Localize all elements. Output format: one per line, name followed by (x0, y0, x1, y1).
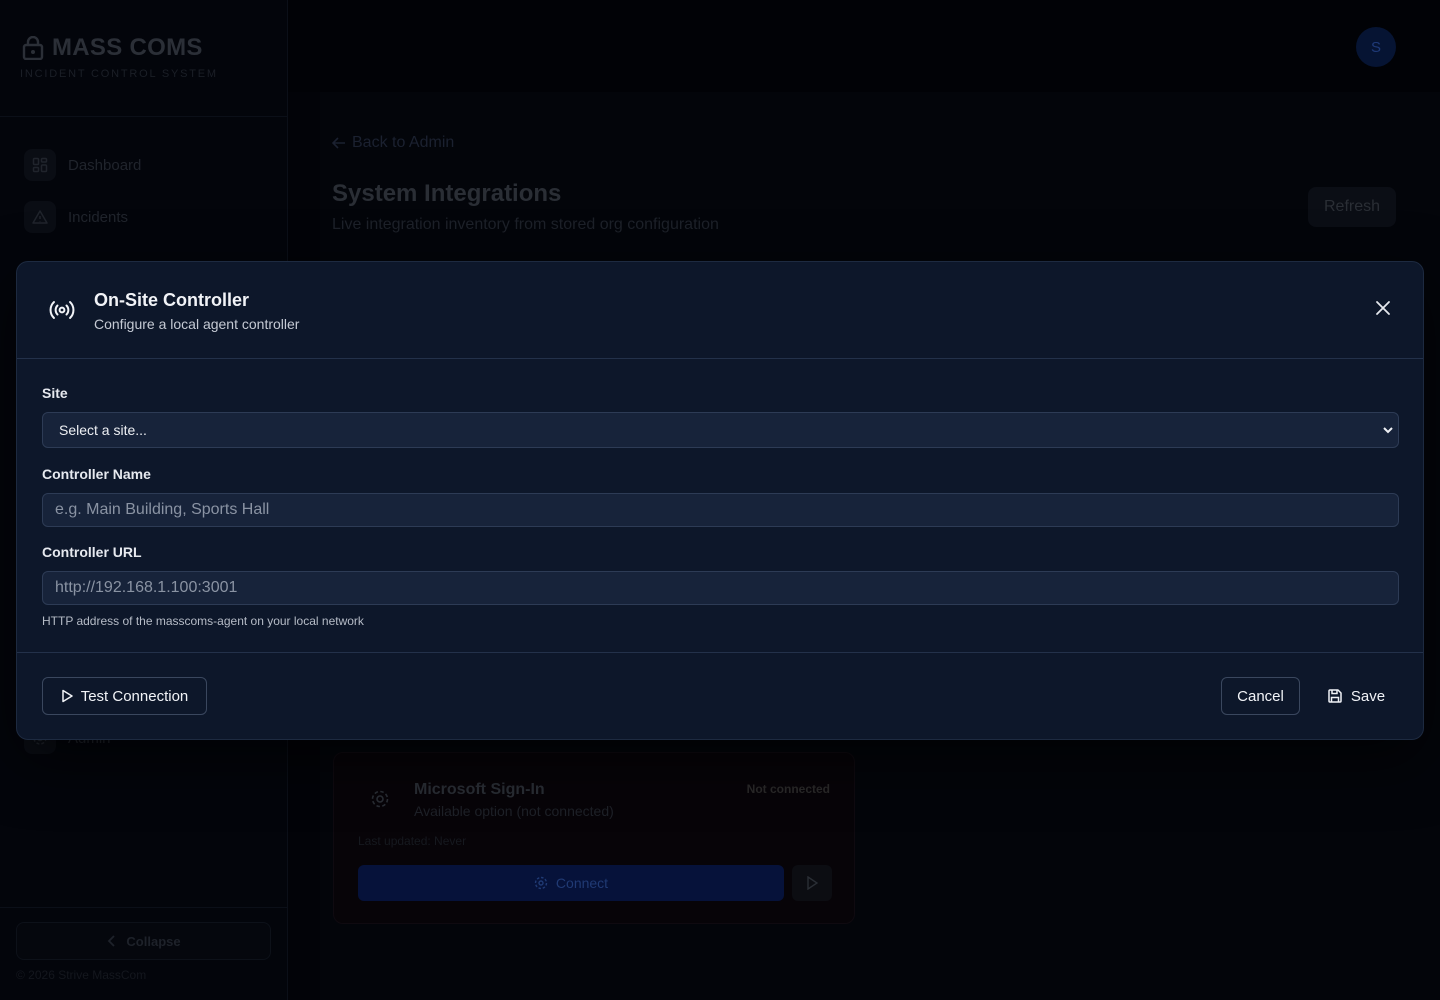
cancel-button[interactable]: Cancel (1221, 677, 1300, 715)
play-icon (807, 876, 818, 890)
controller-name-input[interactable] (42, 493, 1399, 527)
brand-subtitle: INCIDENT CONTROL SYSTEM (20, 68, 218, 80)
status-badge: Not connected (746, 782, 830, 796)
broadcast-icon (49, 301, 75, 319)
test-connection-button[interactable]: Test Connection (42, 677, 207, 715)
site-label: Site (42, 385, 68, 401)
test-connection-label: Test Connection (80, 687, 189, 705)
controller-name-label: Controller Name (42, 466, 151, 482)
top-bar (288, 0, 1440, 92)
grid-icon (24, 149, 56, 181)
site-select-value: Select a site... (59, 422, 147, 438)
avatar[interactable]: S (1356, 27, 1396, 67)
card-subtitle: Available option (not connected) (414, 803, 614, 819)
page-subtitle: Live integration inventory from stored o… (332, 216, 719, 233)
dialog-footer-divider (17, 652, 1423, 653)
connect-button[interactable]: Connect (358, 865, 784, 901)
gear-icon (371, 790, 389, 808)
card-title: Microsoft Sign-In (414, 781, 545, 798)
save-label: Save (1350, 687, 1386, 705)
collapse-button[interactable]: Collapse (16, 922, 271, 960)
card-last-updated: Last updated: Never (358, 834, 467, 848)
copyright-text: © 2026 Strive MassCom (16, 968, 147, 982)
refresh-button[interactable]: Refresh (1308, 187, 1396, 227)
save-button[interactable]: Save (1313, 677, 1399, 715)
sidebar-item-incidents[interactable]: Incidents (24, 201, 128, 233)
arrow-left-icon (332, 137, 345, 149)
collapse-label: Collapse (126, 933, 181, 949)
integration-card-microsoft: Microsoft Sign-In Available option (not … (333, 752, 855, 924)
page-title: System Integrations (332, 180, 562, 207)
chevron-down-icon (1383, 427, 1393, 434)
close-icon (1376, 301, 1390, 315)
brand: MASS COMS INCIDENT CONTROL SYSTEM (20, 34, 272, 80)
dialog-title: On-Site Controller (94, 290, 250, 310)
save-icon (1328, 689, 1342, 703)
gear-icon (534, 876, 548, 890)
chevron-left-icon (108, 935, 116, 947)
alert-triangle-icon (24, 201, 56, 233)
back-to-admin-link[interactable]: Back to Admin (332, 134, 454, 152)
controller-url-label: Controller URL (42, 544, 142, 560)
back-link-label: Back to Admin (352, 134, 455, 151)
cancel-label: Cancel (1237, 687, 1284, 705)
dialog-header: On-Site Controller Configure a local age… (17, 262, 1423, 359)
dialog-subtitle: Configure a local agent controller (94, 316, 300, 332)
connect-label: Connect (555, 875, 609, 891)
sidebar-item-label: Dashboard (68, 156, 142, 174)
sidebar-bottom-divider (0, 907, 287, 908)
sidebar-item-label: Incidents (68, 208, 129, 226)
app-root: MASS COMS INCIDENT CONTROL SYSTEM Dashbo… (0, 0, 1440, 1000)
on-site-controller-dialog: On-Site Controller Configure a local age… (16, 261, 1424, 740)
card-test-button[interactable] (792, 865, 832, 901)
sidebar-divider (0, 116, 287, 117)
controller-url-input[interactable] (42, 571, 1399, 605)
close-button[interactable] (1371, 296, 1395, 320)
play-icon (61, 689, 73, 703)
site-select[interactable]: Select a site... (42, 412, 1399, 448)
sidebar-item-dashboard[interactable]: Dashboard (24, 149, 141, 181)
brand-name: MASS COMS (52, 34, 203, 61)
lock-logo-icon (22, 36, 44, 60)
controller-url-hint: HTTP address of the masscoms-agent on yo… (42, 614, 364, 628)
